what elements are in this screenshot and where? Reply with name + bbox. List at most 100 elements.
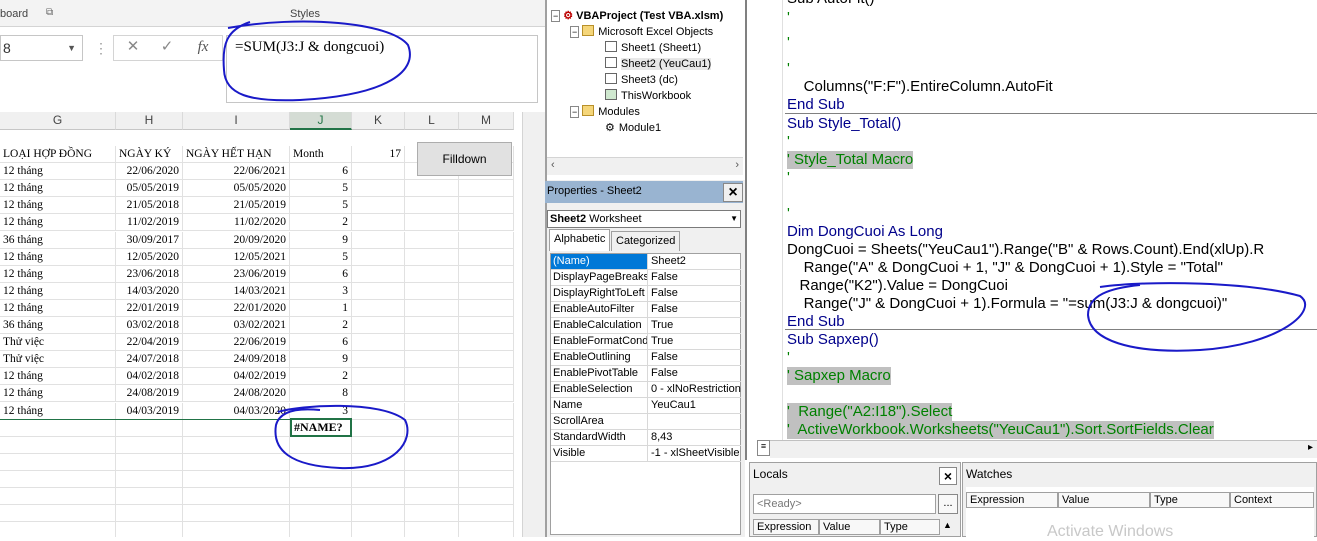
table-row-15-g[interactable]: 12 tháng <box>0 368 116 386</box>
empty-cell[interactable] <box>116 419 183 437</box>
table-row-15-m[interactable] <box>459 368 514 386</box>
column-header-g[interactable]: G <box>0 112 116 130</box>
code-line-apostrophe-7[interactable]: ' <box>787 349 790 367</box>
table-row-14-g[interactable]: Thử việc <box>0 351 116 369</box>
table-row-13-i[interactable]: 22/06/2019 <box>183 334 290 352</box>
table-row-16-i[interactable]: 24/08/2020 <box>183 385 290 403</box>
property-row[interactable]: EnableAutoFilter False <box>551 302 741 318</box>
table-row-9-j[interactable]: 6 <box>290 265 352 283</box>
empty-cell[interactable] <box>0 453 116 471</box>
code-line-columns-autofit[interactable]: Columns("F:F").EntireColumn.AutoFit <box>787 78 1053 96</box>
table-row-7-l[interactable] <box>405 231 459 249</box>
code-line-range-k2[interactable]: Range("K2").Value = DongCuoi <box>787 277 1008 295</box>
table-row-14-m[interactable] <box>459 351 514 369</box>
empty-cell[interactable] <box>290 436 352 454</box>
empty-cell[interactable] <box>0 419 116 437</box>
code-line-comment-sort[interactable]: ' ActiveWorkbook.Worksheets("YeuCau1").S… <box>787 421 1214 439</box>
table-row-10-k[interactable] <box>352 282 405 300</box>
table-row-13-g[interactable]: Thử việc <box>0 334 116 352</box>
table-row-8-j[interactable]: 5 <box>290 248 352 266</box>
empty-cell[interactable] <box>405 522 459 537</box>
empty-cell[interactable] <box>290 522 352 537</box>
empty-cell[interactable] <box>290 505 352 523</box>
table-row-16-j[interactable]: 8 <box>290 385 352 403</box>
empty-cell[interactable] <box>405 419 459 437</box>
table-row-3-h[interactable]: 22/06/2020 <box>116 163 183 181</box>
active-cell-error[interactable]: #NAME? <box>290 418 352 437</box>
property-row[interactable]: DisplayPageBreaks False <box>551 270 741 286</box>
table-row-8-g[interactable]: 12 tháng <box>0 248 116 266</box>
code-horizontal-scrollbar[interactable]: ▸ <box>770 440 1317 458</box>
table-row-11-l[interactable] <box>405 299 459 317</box>
empty-cell[interactable] <box>290 470 352 488</box>
collapse-icon[interactable]: − <box>570 106 580 118</box>
property-value[interactable]: -1 - xlSheetVisible <box>649 446 741 461</box>
table-row-10-m[interactable] <box>459 282 514 300</box>
empty-cell[interactable] <box>290 488 352 505</box>
property-value[interactable] <box>649 414 741 429</box>
empty-cell[interactable] <box>459 419 514 437</box>
empty-cell[interactable] <box>405 505 459 523</box>
table-row-12-h[interactable]: 03/02/2018 <box>116 317 183 334</box>
property-row[interactable]: EnableFormatConditi True <box>551 334 741 350</box>
table-row-8-m[interactable] <box>459 248 514 266</box>
code-line-apostrophe-1[interactable]: ' <box>787 9 790 27</box>
insert-function-icon[interactable]: fx <box>186 35 220 61</box>
worksheet-grid[interactable]: LOẠI HỢP ĐỒNG NGÀY KÝ NGÀY HẾT HẠN Month 17 1… <box>0 130 522 537</box>
table-row-13-j[interactable]: 6 <box>290 334 352 352</box>
table-row-9-g[interactable]: 12 tháng <box>0 265 116 283</box>
empty-cell[interactable] <box>0 470 116 488</box>
table-row-9-m[interactable] <box>459 265 514 283</box>
locals-col-type[interactable]: Type <box>880 519 940 535</box>
close-icon[interactable]: × <box>939 467 957 485</box>
table-row-10-g[interactable]: 12 tháng <box>0 282 116 300</box>
watches-col-type[interactable]: Type <box>1150 492 1230 508</box>
table-row-13-h[interactable]: 22/04/2019 <box>116 334 183 352</box>
header-cell-h[interactable]: NGÀY KÝ <box>116 146 183 163</box>
empty-cell[interactable] <box>459 453 514 471</box>
empty-cell[interactable] <box>183 505 290 523</box>
empty-cell[interactable] <box>352 470 405 488</box>
tree-item-sheet1[interactable]: Sheet1 (Sheet1) <box>605 41 701 55</box>
table-row-12-g[interactable]: 36 tháng <box>0 317 116 334</box>
collapse-icon[interactable]: − <box>551 10 561 22</box>
empty-cell[interactable] <box>352 488 405 505</box>
project-horizontal-scrollbar[interactable]: ‹ › <box>547 157 743 175</box>
empty-cell[interactable] <box>116 436 183 454</box>
property-value[interactable]: False <box>649 350 741 365</box>
cancel-icon[interactable]: ✕ <box>116 35 150 61</box>
object-combo[interactable]: Sheet2 Worksheet ▼ <box>547 210 741 228</box>
empty-cell[interactable] <box>183 453 290 471</box>
table-row-7-k[interactable] <box>352 231 405 249</box>
empty-cell[interactable] <box>116 522 183 537</box>
table-row-12-l[interactable] <box>405 317 459 334</box>
table-row-5-j[interactable]: 5 <box>290 197 352 215</box>
empty-cell[interactable] <box>116 453 183 471</box>
table-row-13-l[interactable] <box>405 334 459 352</box>
table-row-4-i[interactable]: 05/05/2020 <box>183 180 290 198</box>
table-row-6-m[interactable] <box>459 214 514 232</box>
empty-cell[interactable] <box>352 436 405 454</box>
locals-col-expression[interactable]: Expression <box>753 519 819 535</box>
table-row-4-l[interactable] <box>405 180 459 198</box>
column-header-h[interactable]: H <box>116 112 183 130</box>
tab-alphabetic[interactable]: Alphabetic <box>549 229 611 251</box>
empty-cell[interactable] <box>352 453 405 471</box>
empty-cell[interactable] <box>352 505 405 523</box>
table-row-4-g[interactable]: 12 tháng <box>0 180 116 198</box>
empty-cell[interactable] <box>352 522 405 537</box>
empty-cell[interactable] <box>0 505 116 523</box>
table-row-16-l[interactable] <box>405 385 459 403</box>
table-row-4-m[interactable] <box>459 180 514 198</box>
table-row-11-j[interactable]: 1 <box>290 299 352 317</box>
table-row-3-i[interactable]: 22/06/2021 <box>183 163 290 181</box>
property-value[interactable]: False <box>649 270 741 285</box>
property-row[interactable]: EnableCalculation True <box>551 318 741 334</box>
table-row-11-h[interactable]: 22/01/2019 <box>116 299 183 317</box>
code-line-comment-select[interactable]: ' Range("A2:I18").Select <box>787 403 953 421</box>
property-value[interactable]: True <box>649 318 741 333</box>
table-row-15-i[interactable]: 04/02/2019 <box>183 368 290 386</box>
column-header-j[interactable]: J <box>290 112 352 130</box>
empty-cell[interactable] <box>0 522 116 537</box>
empty-cell[interactable] <box>0 488 116 505</box>
